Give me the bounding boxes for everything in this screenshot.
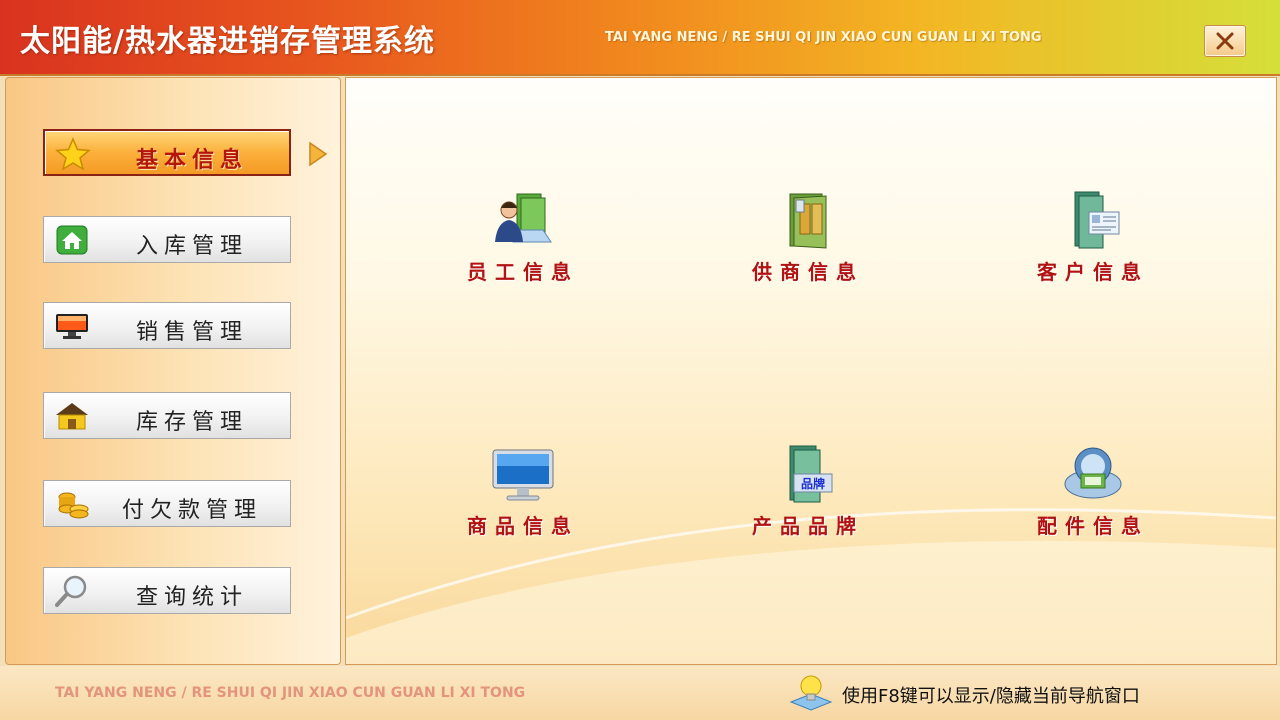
nav-label: 入库管理 <box>135 234 248 259</box>
brand-folder-icon: 品牌 <box>789 445 833 503</box>
tile-goods-info[interactable]: 商品信息 <box>413 444 633 554</box>
content-panel: 员工信息 供商信息 客户信息 商品信息 品牌 产品品牌 配件信息 <box>345 77 1277 665</box>
tile-label: 客户信息 <box>1037 260 1149 284</box>
navigation-panel: 基本信息 入库管理 销售管理 库存管理 付欠款管理 查询统计 <box>5 77 341 665</box>
tile-supplier-info[interactable]: 供商信息 <box>698 190 918 300</box>
nav-basic-info-button[interactable]: 基本信息 <box>43 129 291 176</box>
app-pinyin-title: TAI YANG NENG / RE SHUI QI JIN XIAO CUN … <box>605 30 1042 45</box>
customer-folder-icon <box>1074 191 1120 249</box>
tile-employee-info[interactable]: 员工信息 <box>413 190 633 300</box>
title-bar: 太阳能/热水器进销存管理系统 TAI YANG NENG / RE SHUI Q… <box>0 0 1280 76</box>
coins-icon <box>58 492 89 519</box>
nav-label: 销售管理 <box>135 320 248 345</box>
status-bar: TAI YANG NENG / RE SHUI QI JIN XIAO CUN … <box>0 666 1280 720</box>
status-hint: 使用F8键可以显示/隐藏当前导航窗口 <box>842 686 1140 707</box>
status-pinyin: TAI YANG NENG / RE SHUI QI JIN XIAO CUN … <box>55 685 526 701</box>
tile-label: 配件信息 <box>1037 514 1149 538</box>
nav-label: 基本信息 <box>135 148 248 173</box>
parts-icon <box>1064 447 1122 499</box>
tile-parts-info[interactable]: 配件信息 <box>983 444 1203 554</box>
star-icon <box>55 137 91 171</box>
nav-payments-button[interactable]: 付欠款管理 <box>43 480 291 527</box>
employee-folder-icon <box>495 193 552 243</box>
nav-label: 库存管理 <box>135 410 248 435</box>
supplier-folder-icon <box>789 193 827 249</box>
monitor-icon <box>56 314 88 339</box>
nav-inventory-button[interactable]: 库存管理 <box>43 392 291 439</box>
magnifier-icon <box>55 575 87 607</box>
warehouse-icon <box>56 403 88 430</box>
nav-stock-in-button[interactable]: 入库管理 <box>43 216 291 263</box>
monitor-icon <box>492 449 554 501</box>
tile-customer-info[interactable]: 客户信息 <box>983 190 1203 300</box>
nav-query-button[interactable]: 查询统计 <box>43 567 291 614</box>
background-swoosh <box>346 508 1276 664</box>
tile-label: 供商信息 <box>752 260 864 284</box>
close-icon <box>1216 32 1234 50</box>
home-icon <box>56 225 88 255</box>
nav-label: 付欠款管理 <box>121 498 262 523</box>
tile-label: 产品品牌 <box>752 514 864 538</box>
lightbulb-icon <box>789 675 833 711</box>
tile-label: 员工信息 <box>467 260 579 284</box>
tile-product-brand[interactable]: 品牌 产品品牌 <box>698 444 918 554</box>
nav-label: 查询统计 <box>135 585 248 610</box>
active-indicator-arrow-icon <box>309 141 328 167</box>
tile-label: 商品信息 <box>467 514 579 538</box>
app-title: 太阳能/热水器进销存管理系统 <box>20 24 435 59</box>
close-button[interactable] <box>1204 25 1246 57</box>
brand-icon-text: 品牌 <box>801 476 825 491</box>
nav-sales-button[interactable]: 销售管理 <box>43 302 291 349</box>
